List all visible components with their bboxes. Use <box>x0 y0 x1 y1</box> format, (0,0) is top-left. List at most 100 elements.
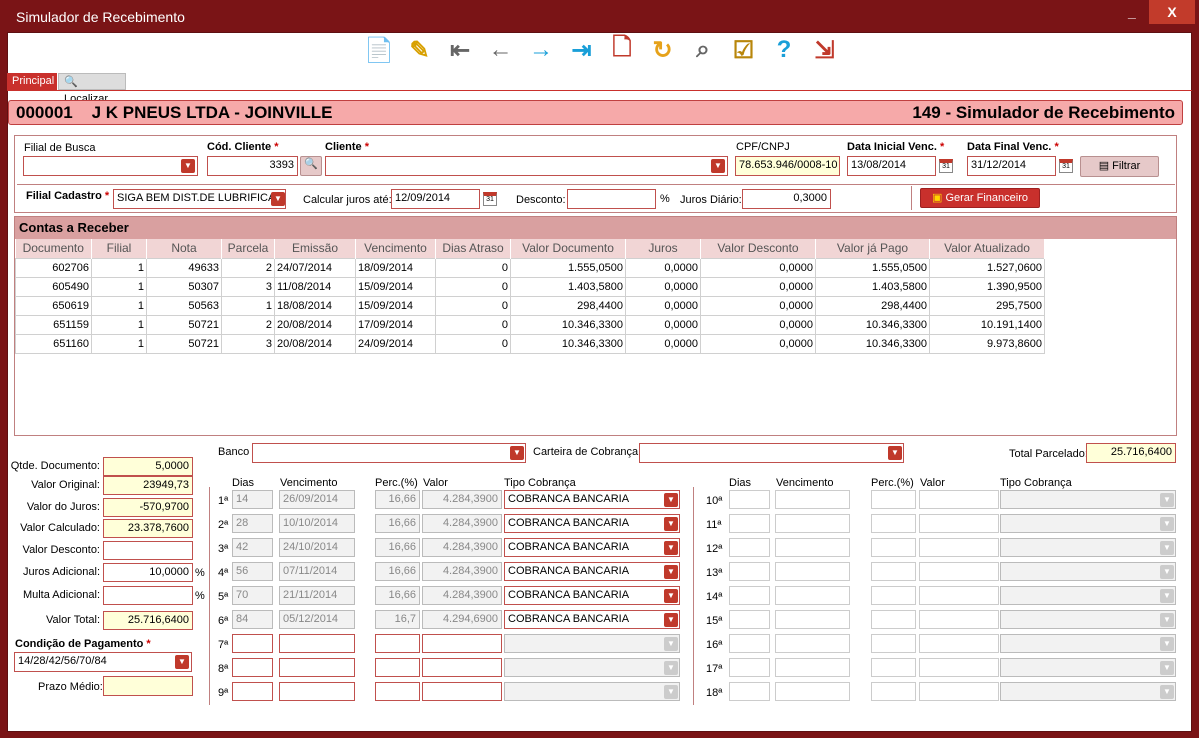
perc-input[interactable] <box>871 586 916 605</box>
vencimento-input[interactable] <box>775 658 850 677</box>
dias-input[interactable]: 84 <box>232 610 273 629</box>
edit-icon[interactable]: ✎ <box>404 34 436 66</box>
next-record-icon[interactable]: → <box>525 34 557 66</box>
juros-diario-input[interactable]: 0,3000 <box>742 189 831 209</box>
column-header[interactable]: Parcela <box>221 239 275 258</box>
vencimento-input[interactable]: 10/10/2014 <box>279 514 355 533</box>
vencimento-input[interactable]: 26/09/2014 <box>279 490 355 509</box>
chevron-down-icon[interactable]: ▼ <box>181 159 195 173</box>
dias-input[interactable] <box>729 586 770 605</box>
chevron-down-icon[interactable]: ▼ <box>664 541 678 555</box>
dias-input[interactable] <box>729 538 770 557</box>
tipo-cobranca-select[interactable] <box>1000 682 1176 701</box>
dias-input[interactable] <box>729 514 770 533</box>
juros-adicional-field[interactable]: 10,0000 <box>103 563 193 582</box>
chevron-down-icon[interactable]: ▼ <box>1160 565 1174 579</box>
column-header[interactable]: Filial <box>91 239 147 258</box>
cliente-select[interactable] <box>325 156 728 176</box>
chevron-down-icon[interactable]: ▼ <box>1160 517 1174 531</box>
chevron-down-icon[interactable]: ▼ <box>175 655 189 669</box>
valor-input[interactable] <box>422 682 502 701</box>
column-header[interactable]: Valor já Pago <box>815 239 930 258</box>
chevron-down-icon[interactable]: ▼ <box>1160 637 1174 651</box>
chevron-down-icon[interactable]: ▼ <box>664 613 678 627</box>
vencimento-input[interactable] <box>775 538 850 557</box>
perc-input[interactable]: 16,66 <box>375 490 420 509</box>
tipo-cobranca-select[interactable]: COBRANCA BANCARIA <box>504 586 680 605</box>
valor-input[interactable]: 4.284,3900 <box>422 586 502 605</box>
valor-input[interactable] <box>919 610 999 629</box>
chevron-down-icon[interactable]: ▼ <box>1160 589 1174 603</box>
chevron-down-icon[interactable]: ▼ <box>664 517 678 531</box>
chevron-down-icon[interactable]: ▼ <box>1160 613 1174 627</box>
dias-input[interactable]: 56 <box>232 562 273 581</box>
dias-input[interactable] <box>729 682 770 701</box>
chevron-down-icon[interactable]: ▼ <box>1160 685 1174 699</box>
multa-adicional-field[interactable] <box>103 586 193 605</box>
chevron-down-icon[interactable]: ▼ <box>664 589 678 603</box>
chevron-down-icon[interactable]: ▼ <box>664 661 678 675</box>
perc-input[interactable]: 16,66 <box>375 538 420 557</box>
table-row[interactable]: 650619 1 50563 1 18/08/2014 15/09/2014 0 298,44… <box>15 295 1045 316</box>
vencimento-input[interactable] <box>279 634 355 653</box>
dias-input[interactable] <box>729 658 770 677</box>
table-row[interactable]: 605490 1 50307 3 11/08/2014 15/09/2014 0 1.403,… <box>15 276 1045 297</box>
condicao-select[interactable]: 14/28/42/56/70/84 <box>14 652 192 672</box>
column-header[interactable]: Nota <box>146 239 222 258</box>
valor-input[interactable] <box>422 634 502 653</box>
perc-input[interactable]: 16,66 <box>375 586 420 605</box>
dias-input[interactable] <box>729 634 770 653</box>
calcular-juros-input[interactable]: 12/09/2014 <box>391 189 480 209</box>
column-header[interactable]: Valor Documento <box>510 239 626 258</box>
chevron-down-icon[interactable]: ▼ <box>664 493 678 507</box>
chevron-down-icon[interactable]: ▼ <box>888 446 902 460</box>
column-header[interactable]: Documento <box>15 239 92 258</box>
tipo-cobranca-select[interactable] <box>1000 586 1176 605</box>
tipo-cobranca-select[interactable] <box>504 634 680 653</box>
perc-input[interactable] <box>375 634 420 653</box>
first-record-icon[interactable]: ⇤ <box>444 34 476 66</box>
valor-input[interactable] <box>919 586 999 605</box>
previous-record-icon[interactable]: ← <box>485 34 517 66</box>
chevron-down-icon[interactable]: ▼ <box>664 685 678 699</box>
vencimento-input[interactable] <box>775 634 850 653</box>
table-row[interactable]: 651160 1 50721 3 20/08/2014 24/09/2014 0 10.346… <box>15 333 1045 354</box>
tipo-cobranca-select[interactable]: COBRANCA BANCARIA <box>504 538 680 557</box>
chevron-down-icon[interactable]: ▼ <box>510 446 524 460</box>
tipo-cobranca-select[interactable]: COBRANCA BANCARIA <box>504 514 680 533</box>
perc-input[interactable]: 16,7 <box>375 610 420 629</box>
valor-desconto-field[interactable] <box>103 541 193 560</box>
perc-input[interactable] <box>871 538 916 557</box>
vencimento-input[interactable] <box>775 682 850 701</box>
perc-input[interactable] <box>871 634 916 653</box>
dias-input[interactable] <box>729 490 770 509</box>
perc-input[interactable] <box>871 658 916 677</box>
tipo-cobranca-select[interactable] <box>1000 610 1176 629</box>
tipo-cobranca-select[interactable] <box>1000 490 1176 509</box>
filial-cadastro-select[interactable]: SIGA BEM DIST.DE LUBRIFICANT <box>113 189 286 209</box>
dias-input[interactable] <box>232 658 273 677</box>
perc-input[interactable] <box>375 682 420 701</box>
chevron-down-icon[interactable]: ▼ <box>271 192 285 206</box>
calendar-icon[interactable]: 31 <box>483 192 497 206</box>
valor-input[interactable]: 4.284,3900 <box>422 562 502 581</box>
close-button[interactable]: X <box>1149 0 1195 24</box>
column-header[interactable]: Valor Desconto <box>700 239 816 258</box>
valor-input[interactable] <box>919 658 999 677</box>
vencimento-input[interactable]: 05/12/2014 <box>279 610 355 629</box>
filtrar-button[interactable]: ▤ Filtrar <box>1080 156 1159 177</box>
table-row[interactable]: 651159 1 50721 2 20/08/2014 17/09/2014 0 10.346… <box>15 314 1045 335</box>
perc-input[interactable] <box>871 610 916 629</box>
tipo-cobranca-select[interactable] <box>504 658 680 677</box>
tipo-cobranca-select[interactable]: COBRANCA BANCARIA <box>504 490 680 509</box>
valor-input[interactable] <box>919 682 999 701</box>
dias-input[interactable] <box>232 682 273 701</box>
dias-input[interactable]: 42 <box>232 538 273 557</box>
dias-input[interactable]: 14 <box>232 490 273 509</box>
perc-input[interactable] <box>871 682 916 701</box>
valor-input[interactable] <box>919 634 999 653</box>
valor-input[interactable]: 4.284,3900 <box>422 538 502 557</box>
banco-select[interactable] <box>252 443 526 463</box>
chevron-down-icon[interactable]: ▼ <box>664 565 678 579</box>
help-icon[interactable]: ? <box>768 34 800 66</box>
